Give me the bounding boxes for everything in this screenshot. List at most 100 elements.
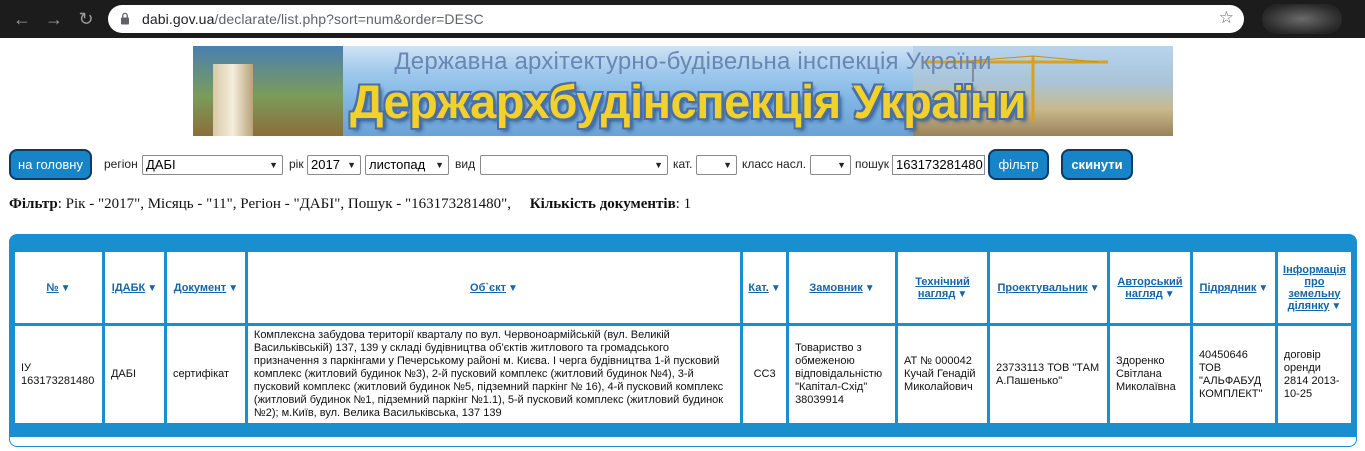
bookmark-star-icon[interactable]: ☆	[1219, 8, 1234, 28]
column-header-land-info[interactable]: Інформація про земельну ділянку ▼	[1277, 252, 1351, 323]
category-select[interactable]: ▼	[696, 155, 737, 175]
column-header-tech-supervision[interactable]: Технічний нагляд ▼	[898, 252, 988, 323]
filter-summary: Фільтр: Рік - "2017", Місяць - "11", Рег…	[9, 196, 691, 213]
column-header-land-label-4: ділянку	[1287, 299, 1330, 312]
column-header-category-label: Кат.	[748, 281, 769, 294]
reset-button[interactable]: скинути	[1061, 149, 1133, 180]
region-label: регіон	[104, 157, 138, 171]
column-header-customer[interactable]: Замовник ▼	[789, 252, 896, 323]
type-label: вид	[455, 157, 476, 171]
column-header-designer-label: Проектувальник	[997, 281, 1088, 294]
results-table: № ▼ ІДАБК ▼ Документ ▼ Об`єкт ▼ Кат. ▼ Замовн…	[12, 249, 1354, 426]
column-header-num[interactable]: № ▼	[15, 252, 102, 323]
home-button[interactable]: на головну	[9, 149, 92, 180]
region-select-value: ДАБІ	[146, 157, 176, 172]
column-header-contractor[interactable]: Підрядник ▼	[1192, 252, 1275, 323]
lock-icon	[121, 12, 129, 25]
column-header-author-label-2: нагляд	[1125, 287, 1163, 300]
filter-summary-text: : Рік - "2017", Місяць - "11", Регіон - …	[57, 196, 512, 212]
cell-contractor: 40450646 ТОВ "АЛЬФАБУД КОМПЛЕКТ"	[1192, 326, 1275, 423]
table-header-row: № ▼ ІДАБК ▼ Документ ▼ Об`єкт ▼ Кат. ▼ Замовн…	[15, 252, 1351, 323]
column-header-document-label: Документ	[173, 281, 227, 294]
search-label: пошук	[855, 157, 890, 171]
chevron-down-icon: ▼	[837, 160, 846, 170]
column-header-designer[interactable]: Проектувальник ▼	[990, 252, 1107, 323]
sort-triangle-icon: ▼	[1258, 282, 1269, 294]
sort-triangle-icon: ▼	[957, 288, 968, 300]
cell-document: сертифікат	[166, 326, 245, 423]
banner-city-image-left	[193, 46, 343, 136]
column-header-document[interactable]: Документ ▼	[166, 252, 245, 323]
column-header-land-label-3: земельну	[1288, 287, 1341, 300]
sort-triangle-icon: ▼	[864, 282, 875, 294]
url-text: dabi.gov.ua/declarate/list.php?sort=num&…	[142, 11, 484, 27]
class-label: класс насл.	[742, 157, 807, 171]
chevron-down-icon: ▼	[654, 160, 663, 170]
cell-author-supervision: Здоренко Світлана Миколаївна	[1109, 326, 1190, 423]
table-row: ІУ 163173281480 ДАБІ сертифікат Комплекс…	[15, 326, 1351, 423]
column-header-author-label-1: Авторський	[1117, 275, 1183, 288]
cell-tech-supervision: АТ № 000042 Кучай Генадій Миколайович	[898, 326, 988, 423]
chevron-down-icon: ▼	[435, 160, 444, 170]
cell-object: Комплексна забудова території кварталу п…	[247, 326, 741, 423]
column-header-author-supervision[interactable]: Авторський нагляд ▼	[1109, 252, 1190, 323]
year-select-value: 2017	[311, 157, 340, 172]
chevron-down-icon: ▼	[347, 160, 356, 170]
results-table-container: № ▼ ІДАБК ▼ Документ ▼ Об`єкт ▼ Кат. ▼ Замовн…	[9, 234, 1357, 447]
month-select[interactable]: листопад ▼	[365, 155, 449, 175]
url-domain: dabi.gov.ua	[142, 11, 215, 27]
column-header-tech-label-2: нагляд	[917, 287, 956, 300]
forward-arrow-icon[interactable]: →	[44, 9, 64, 29]
month-select-value: листопад	[369, 157, 426, 172]
column-header-tech-label-1: Технічний	[915, 275, 970, 288]
chevron-down-icon: ▼	[723, 160, 732, 170]
column-header-contractor-label: Підрядник	[1199, 281, 1257, 294]
sort-triangle-icon: ▼	[508, 282, 518, 294]
column-header-object[interactable]: Об`єкт ▼	[247, 252, 741, 323]
sort-triangle-icon: ▼	[1164, 288, 1175, 300]
profile-avatar[interactable]	[1262, 4, 1342, 34]
cell-idabk: ДАБІ	[104, 326, 164, 423]
year-select[interactable]: 2017 ▼	[307, 155, 361, 175]
sort-triangle-icon: ▼	[1331, 300, 1342, 312]
column-header-num-label: №	[46, 281, 59, 294]
document-count-label: Кількість документів	[529, 196, 676, 212]
document-count-value: : 1	[675, 196, 692, 212]
column-header-category[interactable]: Кат. ▼	[743, 252, 787, 323]
column-header-idabk-label: ІДАБК	[111, 281, 146, 294]
back-arrow-icon[interactable]: ←	[12, 9, 32, 29]
sort-triangle-icon: ▼	[60, 282, 71, 294]
sort-triangle-icon: ▼	[1089, 282, 1100, 294]
filter-button[interactable]: фільтр	[988, 149, 1049, 180]
category-label: кат.	[673, 157, 693, 171]
sort-triangle-icon: ▼	[228, 282, 239, 294]
banner-subtitle: Державна архітектурно-будівельна інспекц…	[394, 48, 992, 75]
cell-land-info: договір оренди 2814 2013-10-25	[1277, 326, 1351, 423]
site-banner: Державна архітектурно-будівельна інспекц…	[193, 46, 1173, 136]
column-header-land-label-1: Інформація	[1283, 263, 1346, 276]
type-select[interactable]: ▼	[480, 155, 668, 175]
table-top-band	[10, 235, 1356, 249]
region-select[interactable]: ДАБІ ▼	[142, 155, 283, 175]
cell-designer: 23733113 ТОВ "ТАМ А.Пашенько"	[990, 326, 1107, 423]
chevron-down-icon: ▼	[269, 160, 278, 170]
search-input[interactable]: 163173281480	[892, 155, 985, 175]
browser-toolbar: ← → ↻ dabi.gov.ua/declarate/list.php?sor…	[0, 0, 1365, 38]
banner-title: Держархбудінспекція України	[349, 75, 1027, 128]
column-header-idabk[interactable]: ІДАБК ▼	[104, 252, 164, 323]
cell-category: СС3	[743, 326, 787, 423]
column-header-customer-label: Замовник	[809, 281, 863, 294]
class-select[interactable]: ▼	[810, 155, 851, 175]
table-bottom-band	[10, 434, 1356, 446]
url-path: /declarate/list.php?sort=num&order=DESC	[214, 11, 484, 27]
sort-triangle-icon: ▼	[147, 282, 158, 294]
address-bar[interactable]: dabi.gov.ua/declarate/list.php?sort=num&…	[108, 5, 1244, 33]
sort-triangle-icon: ▼	[770, 282, 781, 294]
reload-icon[interactable]: ↻	[76, 9, 96, 29]
year-label: рік	[289, 157, 304, 171]
column-header-object-label: Об`єкт	[470, 281, 507, 294]
filter-summary-label: Фільтр	[9, 196, 58, 212]
cell-customer: Товариство з обмеженою відповідальністю …	[789, 326, 896, 423]
cell-num: ІУ 163173281480	[15, 326, 102, 423]
column-header-land-label-2: про	[1304, 275, 1325, 288]
